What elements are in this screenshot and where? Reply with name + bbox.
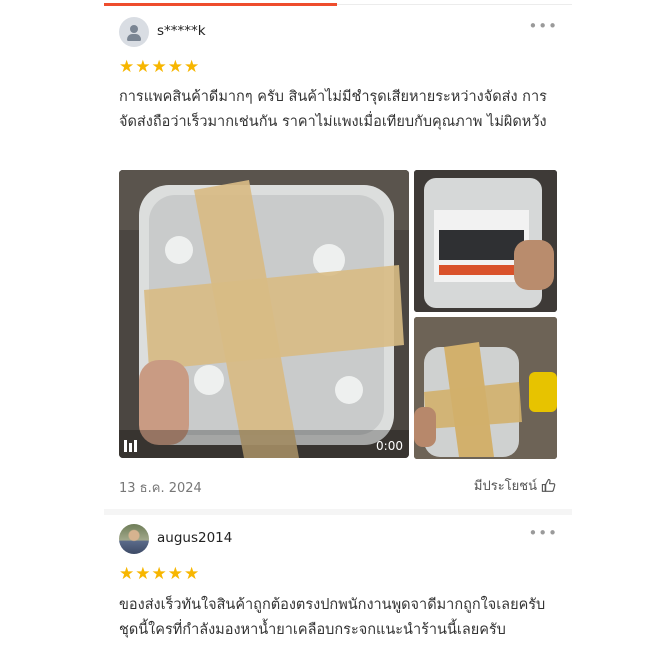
star-icon: ★ <box>151 564 167 584</box>
helpful-label: มีประโยชน์ <box>473 479 537 494</box>
review-text: การแพคสินค้าดีมากๆ ครับ สินค้าไม่มีชำรุด… <box>119 89 547 130</box>
photo-thumbnail <box>414 317 557 459</box>
user-icon <box>130 25 138 33</box>
review-video[interactable]: 0:00 <box>119 170 409 458</box>
rating-stars: ★ ★ ★ ★ ★ <box>119 565 199 583</box>
star-icon: ★ <box>135 564 151 584</box>
avatar[interactable] <box>119 17 149 47</box>
star-icon: ★ <box>167 564 183 584</box>
star-icon: ★ <box>167 57 183 77</box>
rating-stars: ★ ★ ★ ★ ★ <box>119 58 199 76</box>
review-text: ของส่งเร็วทันใจสินค้าถูกต้องตรงปกพนักงาน… <box>119 597 546 638</box>
star-icon: ★ <box>135 57 151 77</box>
star-icon: ★ <box>119 564 135 584</box>
helpful-button[interactable]: มีประโยชน์ <box>474 475 556 496</box>
star-icon: ★ <box>184 57 200 77</box>
more-dots-icon[interactable]: ••• <box>528 526 558 541</box>
video-play-icon[interactable] <box>124 438 138 452</box>
avatar[interactable] <box>119 524 149 554</box>
review-date: 13 ธ.ค. 2024 <box>119 481 202 496</box>
review-separator <box>104 509 572 515</box>
active-tab-indicator <box>104 3 337 6</box>
star-icon: ★ <box>119 57 135 77</box>
more-dots-icon[interactable]: ••• <box>528 19 558 34</box>
star-icon: ★ <box>151 57 167 77</box>
photo-thumbnail <box>414 170 557 312</box>
star-icon: ★ <box>184 564 200 584</box>
video-thumbnail <box>119 170 409 458</box>
review-photo[interactable] <box>414 170 557 312</box>
review-photo[interactable] <box>414 317 557 459</box>
reviews-panel: s*****k ••• ★ ★ ★ ★ ★ การแพคสินค้าดีมากๆ… <box>104 0 572 669</box>
reviewer-name: augus2014 <box>157 530 233 546</box>
video-duration: 0:00 <box>376 439 403 453</box>
thumbs-up-icon <box>541 478 556 492</box>
reviewer-name: s*****k <box>157 23 206 39</box>
